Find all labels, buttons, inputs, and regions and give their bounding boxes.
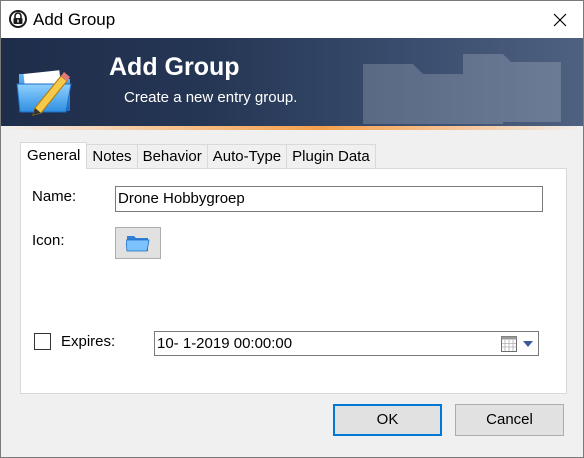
close-button[interactable] <box>537 1 583 38</box>
ok-button[interactable]: OK <box>333 404 442 436</box>
banner-accent-line <box>1 126 583 130</box>
tab-general[interactable]: General <box>20 142 88 169</box>
expires-label: Expires: <box>61 333 116 350</box>
general-tab-panel: Name: Drone Hobbygroep Icon: Expires: 10… <box>20 168 567 394</box>
expires-date-value: 10- 1-2019 00:00:00 <box>157 335 293 352</box>
folder-edit-icon <box>15 58 77 120</box>
folder-icon <box>126 236 150 252</box>
chevron-down-icon[interactable] <box>523 341 533 347</box>
banner-subtitle: Create a new entry group. <box>124 89 298 106</box>
banner-folder-watermark-icon <box>363 54 561 124</box>
name-input[interactable]: Drone Hobbygroep <box>115 186 543 212</box>
calendar-icon[interactable] <box>501 336 517 352</box>
icon-label: Icon: <box>32 232 65 249</box>
keepass-lock-icon <box>8 9 28 29</box>
tab-behavior[interactable]: Behavior <box>136 144 208 169</box>
icon-picker-button[interactable] <box>115 227 161 259</box>
add-group-dialog: Add Group Add Group Create a new entry g… <box>0 0 584 458</box>
tab-notes[interactable]: Notes <box>86 144 138 169</box>
window-title: Add Group <box>33 10 116 29</box>
expires-checkbox[interactable] <box>34 333 51 350</box>
expires-date-picker[interactable]: 10- 1-2019 00:00:00 <box>154 331 539 356</box>
name-label: Name: <box>32 188 77 205</box>
title-bar: Add Group <box>1 1 583 38</box>
tab-auto-type[interactable]: Auto-Type <box>206 144 288 169</box>
tab-plugin-data[interactable]: Plugin Data <box>286 144 376 169</box>
header-banner: Add Group Create a new entry group. <box>1 38 583 126</box>
cancel-button[interactable]: Cancel <box>455 404 564 436</box>
tab-strip: General Notes Behavior Auto-Type Plugin … <box>20 142 376 169</box>
banner-title: Add Group <box>109 53 240 81</box>
close-icon <box>553 13 567 26</box>
